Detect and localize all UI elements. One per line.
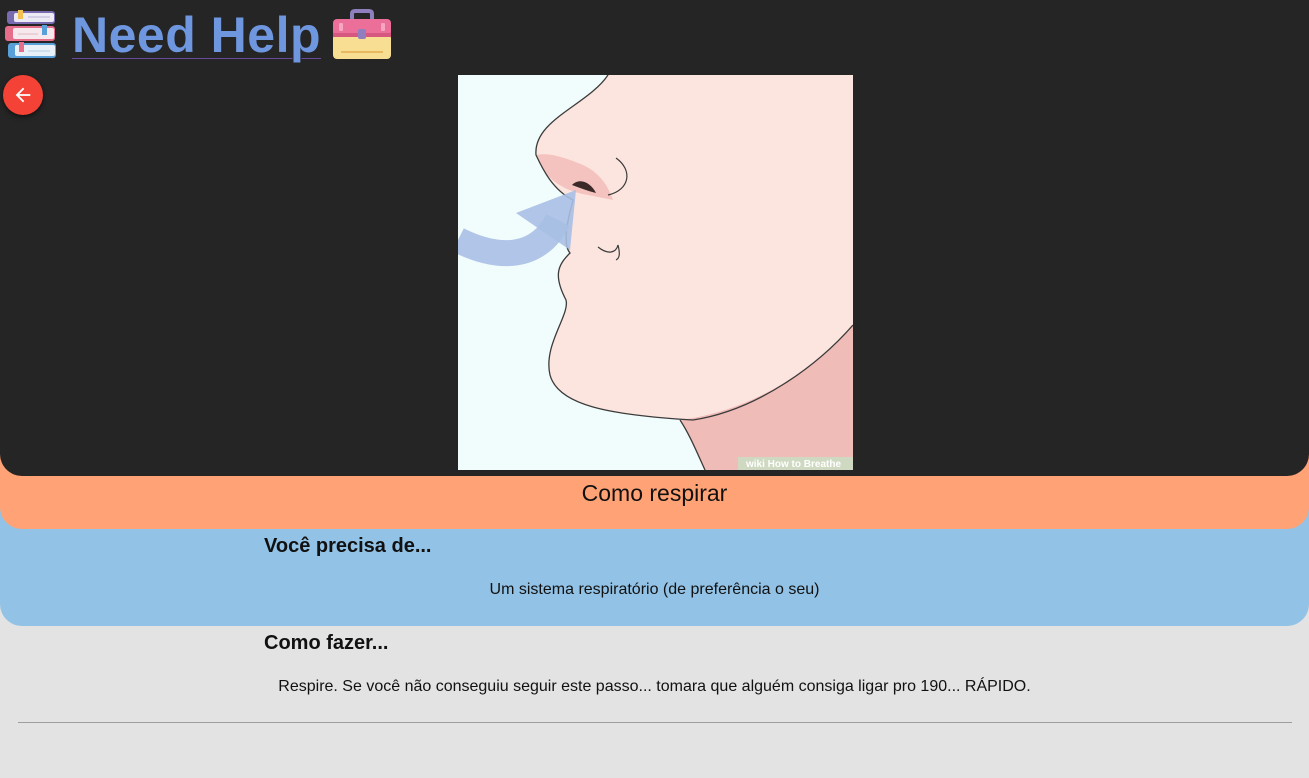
back-button[interactable] — [3, 75, 43, 115]
app-title-link[interactable]: Need Help — [72, 6, 321, 64]
requirements-heading: Você precisa de... — [264, 535, 432, 557]
requirements-text: Um sistema respiratório (de preferência … — [489, 581, 820, 598]
page: Need Help wiki How to Breathe Como respi… — [0, 0, 1309, 778]
illustration-watermark: wiki How to Breathe — [745, 459, 841, 470]
arrow-left-icon — [15, 87, 31, 103]
instructions-text: Respire. Se você não conseguiu seguir es… — [278, 678, 1031, 695]
brand[interactable]: Need Help — [4, 6, 393, 64]
instructions-heading: Como fazer... — [264, 632, 389, 654]
recipe-illustration: wiki How to Breathe — [458, 75, 853, 470]
breathing-nose-image: wiki How to Breathe — [458, 75, 853, 470]
header-panel: Need Help wiki How to Breathe — [0, 0, 1309, 476]
divider — [18, 722, 1292, 723]
books-stack-icon — [5, 10, 56, 58]
recipe-title: Como respirar — [581, 480, 728, 506]
toolbox-icon — [333, 9, 392, 59]
